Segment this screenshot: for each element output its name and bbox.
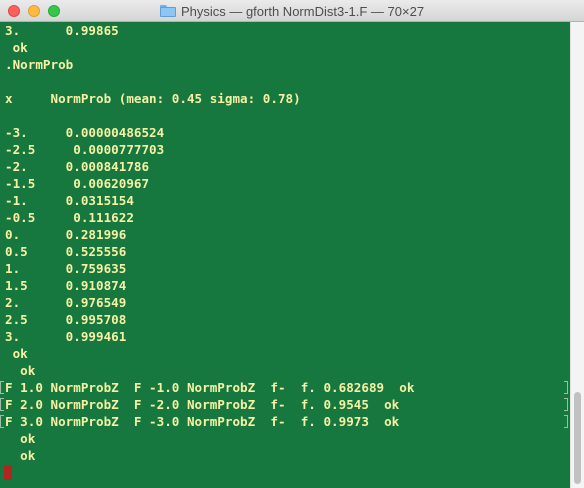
mark-bracket-left: [0, 415, 4, 428]
terminal-line: ok: [5, 363, 36, 378]
terminal-line: -1.5 0.00620967: [5, 176, 150, 191]
terminal-line: ok: [5, 346, 28, 361]
mark-bracket-right: [564, 415, 568, 428]
folder-icon: [159, 5, 176, 17]
scrollbar-thumb[interactable]: [574, 392, 581, 484]
terminal-line: F 1.0 NormProbZ F -1.0 NormProbZ f- f. 0…: [5, 380, 415, 395]
terminal-line: ok: [5, 431, 36, 446]
terminal-line: -1. 0.0315154: [5, 193, 134, 208]
terminal-window: Physics — gforth NormDist3-1.F — 70×27 3…: [0, 0, 584, 488]
window-title: Physics — gforth NormDist3-1.F — 70×27: [180, 3, 425, 19]
terminal-line: 0. 0.281996: [5, 227, 127, 242]
terminal-line: F 3.0 NormProbZ F -3.0 NormProbZ f- f. 0…: [5, 414, 400, 429]
terminal-line: x NormProb (mean: 0.45 sigma: 0.78): [5, 91, 301, 106]
terminal-line: -2. 0.000841786: [5, 159, 150, 174]
terminal-line: 1.5 0.910874: [5, 278, 127, 293]
terminal-line: 3. 0.99865: [5, 23, 119, 38]
terminal-line: -2.5 0.0000777703: [5, 142, 165, 157]
mark-bracket-right: [564, 398, 568, 411]
mark-bracket-right: [564, 381, 568, 394]
terminal-line: ok: [5, 40, 28, 55]
terminal-line: -0.5 0.111622: [5, 210, 134, 225]
terminal-output[interactable]: 3. 0.99865 ok .NormProb x NormProb (mean…: [0, 22, 570, 488]
terminal-line: 2. 0.976549: [5, 295, 127, 310]
mark-bracket-left: [0, 381, 4, 394]
terminal-line: F 2.0 NormProbZ F -2.0 NormProbZ f- f. 0…: [5, 397, 400, 412]
terminal-line: .NormProb: [5, 57, 74, 72]
title-bar[interactable]: Physics — gforth NormDist3-1.F — 70×27: [0, 0, 584, 22]
text-cursor: [4, 465, 12, 480]
mark-bracket-left: [0, 398, 4, 411]
terminal-line: 0.5 0.525556: [5, 244, 127, 259]
terminal-line: ok: [5, 448, 36, 463]
vertical-scrollbar[interactable]: [570, 22, 584, 488]
terminal-line: 2.5 0.995708: [5, 312, 127, 327]
terminal-line: 1. 0.759635: [5, 261, 127, 276]
terminal-line: 3. 0.999461: [5, 329, 127, 344]
window-title-group: Physics — gforth NormDist3-1.F — 70×27: [0, 0, 584, 22]
terminal-line: -3. 0.00000486524: [5, 125, 165, 140]
